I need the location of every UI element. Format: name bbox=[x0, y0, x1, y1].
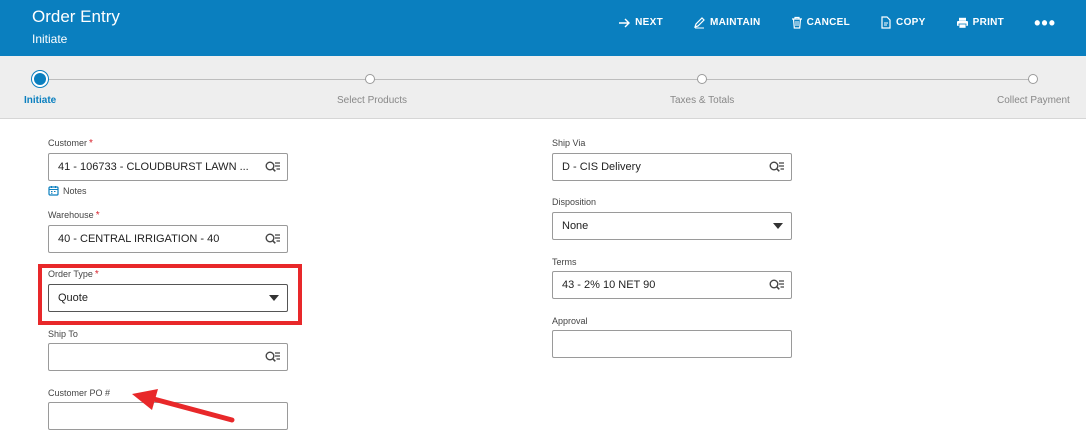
customer-label: Customer * bbox=[48, 138, 93, 149]
warehouse-label: Warehouse * bbox=[48, 210, 100, 221]
order-type-highlight bbox=[38, 264, 302, 325]
step-dot-select-products[interactable] bbox=[365, 74, 375, 84]
step-dot-collect-payment[interactable] bbox=[1028, 74, 1038, 84]
ship-via-value: D - CIS Delivery bbox=[562, 161, 641, 173]
notes-label: Notes bbox=[63, 185, 87, 196]
trash-icon bbox=[791, 16, 802, 29]
customer-label-text: Customer bbox=[48, 138, 88, 148]
lookup-icon[interactable] bbox=[265, 350, 281, 364]
app-header: Order Entry Initiate NEXT MAINTAIN CANCE… bbox=[0, 0, 1086, 56]
warehouse-label-text: Warehouse bbox=[48, 210, 94, 220]
copy-icon bbox=[881, 16, 891, 29]
disposition-select[interactable]: None bbox=[552, 212, 792, 240]
warehouse-field[interactable]: 40 - CENTRAL IRRIGATION - 40 bbox=[48, 225, 288, 253]
warehouse-value: 40 - CENTRAL IRRIGATION - 40 bbox=[58, 233, 220, 245]
approval-label: Approval bbox=[552, 316, 588, 326]
terms-label: Terms bbox=[552, 257, 577, 267]
step-label-taxes-totals[interactable]: Taxes & Totals bbox=[670, 95, 734, 106]
header-actions: NEXT MAINTAIN CANCEL COPY PRINT ••• bbox=[588, 14, 1056, 32]
approval-input[interactable] bbox=[552, 330, 792, 358]
ship-to-label: Ship To bbox=[48, 329, 78, 339]
printer-icon bbox=[956, 17, 968, 29]
print-label: PRINT bbox=[972, 17, 1005, 28]
ship-via-label: Ship Via bbox=[552, 138, 586, 148]
ship-to-field[interactable] bbox=[48, 343, 288, 371]
annotation-arrow-icon bbox=[132, 389, 235, 423]
print-button[interactable]: PRINT bbox=[956, 17, 1005, 29]
customer-value: 41 - 106733 - CLOUDBURST LAWN ... bbox=[58, 161, 249, 173]
customer-po-label: Customer PO # bbox=[48, 388, 111, 398]
arrow-right-icon bbox=[619, 18, 631, 27]
next-button[interactable]: NEXT bbox=[618, 17, 663, 29]
customer-field[interactable]: 41 - 106733 - CLOUDBURST LAWN ... bbox=[48, 153, 288, 181]
page-subtitle: Initiate bbox=[32, 32, 68, 46]
step-label-select-products[interactable]: Select Products bbox=[337, 95, 407, 106]
maintain-button[interactable]: MAINTAIN bbox=[693, 16, 761, 29]
disposition-value: None bbox=[562, 220, 589, 232]
step-dot-taxes-totals[interactable] bbox=[697, 74, 707, 84]
lookup-icon[interactable] bbox=[265, 160, 281, 174]
chevron-down-icon bbox=[773, 223, 783, 229]
cancel-label: CANCEL bbox=[806, 17, 851, 28]
next-label: NEXT bbox=[635, 17, 664, 28]
maintain-label: MAINTAIN bbox=[710, 17, 761, 28]
required-mark: * bbox=[95, 210, 100, 221]
stepper-track bbox=[40, 79, 1033, 80]
calendar-icon bbox=[48, 186, 59, 196]
lookup-icon[interactable] bbox=[769, 278, 785, 292]
required-mark: * bbox=[89, 138, 93, 149]
page-title: Order Entry bbox=[32, 7, 120, 26]
step-label-initiate[interactable]: Initiate bbox=[24, 95, 56, 106]
cancel-button[interactable]: CANCEL bbox=[791, 16, 850, 29]
notes-link[interactable]: Notes bbox=[48, 185, 87, 196]
step-dot-initiate[interactable] bbox=[32, 71, 48, 87]
disposition-label: Disposition bbox=[552, 197, 597, 207]
copy-label: COPY bbox=[896, 17, 926, 28]
terms-field[interactable]: 43 - 2% 10 NET 90 bbox=[552, 271, 792, 299]
step-label-collect-payment[interactable]: Collect Payment bbox=[997, 95, 1070, 106]
progress-stepper: Initiate Select Products Taxes & Totals … bbox=[0, 56, 1086, 119]
pencil-icon bbox=[694, 17, 705, 29]
lookup-icon[interactable] bbox=[265, 232, 281, 246]
ship-via-field[interactable]: D - CIS Delivery bbox=[552, 153, 792, 181]
terms-value: 43 - 2% 10 NET 90 bbox=[562, 279, 656, 291]
more-options-icon[interactable]: ••• bbox=[1034, 14, 1056, 32]
lookup-icon[interactable] bbox=[769, 160, 785, 174]
copy-button[interactable]: COPY bbox=[880, 16, 926, 29]
order-entry-page: Order Entry Initiate NEXT MAINTAIN CANCE… bbox=[0, 0, 1086, 442]
